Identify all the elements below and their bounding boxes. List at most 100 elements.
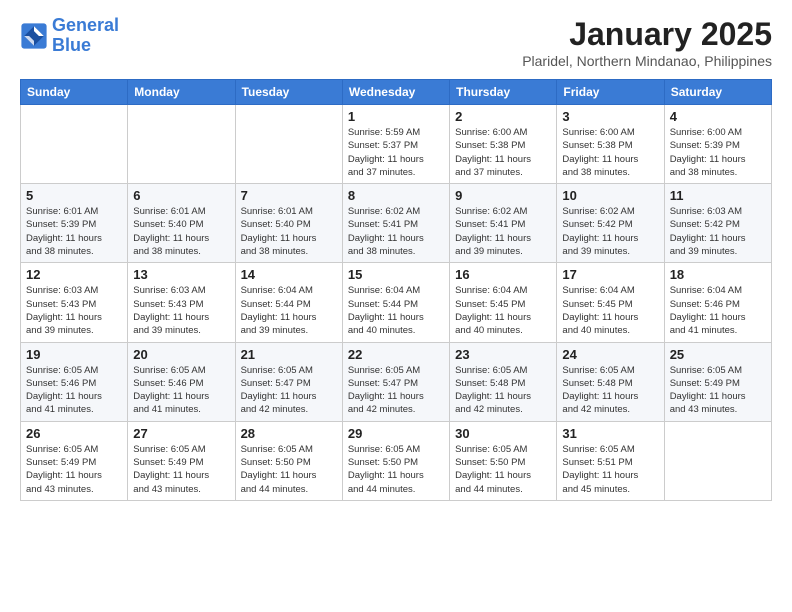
day-info: Sunrise: 6:01 AM Sunset: 5:39 PM Dayligh… bbox=[26, 205, 122, 258]
weekday-header-friday: Friday bbox=[557, 80, 664, 105]
day-info: Sunrise: 6:00 AM Sunset: 5:38 PM Dayligh… bbox=[455, 126, 551, 179]
day-number: 24 bbox=[562, 347, 658, 362]
day-number: 10 bbox=[562, 188, 658, 203]
week-row-2: 5 Sunrise: 6:01 AM Sunset: 5:39 PM Daylig… bbox=[21, 184, 772, 263]
day-cell: 3Sunrise: 6:00 AM Sunset: 5:38 PM Daylig… bbox=[557, 105, 664, 184]
day-info: Sunrise: 6:05 AM Sunset: 5:47 PM Dayligh… bbox=[241, 364, 337, 417]
day-cell: 8 Sunrise: 6:02 AM Sunset: 5:41 PM Daylig… bbox=[342, 184, 449, 263]
day-cell: 20Sunrise: 6:05 AM Sunset: 5:46 PM Dayli… bbox=[128, 342, 235, 421]
day-info: Sunrise: 6:02 AM Sunset: 5:41 PM Dayligh… bbox=[348, 205, 444, 258]
week-row-1: 1 Sunrise: 5:59 AM Sunset: 5:37 PM Daylig… bbox=[21, 105, 772, 184]
day-cell: 26Sunrise: 6:05 AM Sunset: 5:49 PM Dayli… bbox=[21, 421, 128, 500]
day-cell: 27 Sunrise: 6:05 AM Sunset: 5:49 PM Dayli… bbox=[128, 421, 235, 500]
day-number: 1 bbox=[348, 109, 444, 124]
week-row-3: 12 Sunrise: 6:03 AM Sunset: 5:43 PM Dayli… bbox=[21, 263, 772, 342]
day-info: Sunrise: 6:04 AM Sunset: 5:44 PM Dayligh… bbox=[241, 284, 337, 337]
day-number: 13 bbox=[133, 267, 229, 282]
week-row-4: 19 Sunrise: 6:05 AM Sunset: 5:46 PM Dayli… bbox=[21, 342, 772, 421]
day-info: Sunrise: 6:02 AM Sunset: 5:42 PM Dayligh… bbox=[562, 205, 658, 258]
weekday-header-wednesday: Wednesday bbox=[342, 80, 449, 105]
day-info: Sunrise: 6:03 AM Sunset: 5:42 PM Dayligh… bbox=[670, 205, 766, 258]
day-info: Sunrise: 6:01 AM Sunset: 5:40 PM Dayligh… bbox=[241, 205, 337, 258]
day-info: Sunrise: 6:05 AM Sunset: 5:49 PM Dayligh… bbox=[133, 443, 229, 496]
day-number: 6 bbox=[133, 188, 229, 203]
week-row-5: 26Sunrise: 6:05 AM Sunset: 5:49 PM Dayli… bbox=[21, 421, 772, 500]
day-number: 7 bbox=[241, 188, 337, 203]
day-info: Sunrise: 5:59 AM Sunset: 5:37 PM Dayligh… bbox=[348, 126, 444, 179]
page: General Blue January 2025 Plaridel, Nort… bbox=[0, 0, 792, 612]
day-info: Sunrise: 6:05 AM Sunset: 5:50 PM Dayligh… bbox=[455, 443, 551, 496]
day-info: Sunrise: 6:05 AM Sunset: 5:47 PM Dayligh… bbox=[348, 364, 444, 417]
day-number: 20 bbox=[133, 347, 229, 362]
day-number: 28 bbox=[241, 426, 337, 441]
day-cell: 15Sunrise: 6:04 AM Sunset: 5:44 PM Dayli… bbox=[342, 263, 449, 342]
day-number: 31 bbox=[562, 426, 658, 441]
day-cell: 19 Sunrise: 6:05 AM Sunset: 5:46 PM Dayli… bbox=[21, 342, 128, 421]
day-number: 25 bbox=[670, 347, 766, 362]
weekday-header-thursday: Thursday bbox=[450, 80, 557, 105]
day-number: 5 bbox=[26, 188, 122, 203]
day-cell: 12 Sunrise: 6:03 AM Sunset: 5:43 PM Dayli… bbox=[21, 263, 128, 342]
day-info: Sunrise: 6:03 AM Sunset: 5:43 PM Dayligh… bbox=[133, 284, 229, 337]
day-cell: 31 Sunrise: 6:05 AM Sunset: 5:51 PM Dayli… bbox=[557, 421, 664, 500]
day-info: Sunrise: 6:03 AM Sunset: 5:43 PM Dayligh… bbox=[26, 284, 122, 337]
day-info: Sunrise: 6:04 AM Sunset: 5:45 PM Dayligh… bbox=[455, 284, 551, 337]
weekday-header-row: SundayMondayTuesdayWednesdayThursdayFrid… bbox=[21, 80, 772, 105]
day-cell bbox=[21, 105, 128, 184]
day-number: 23 bbox=[455, 347, 551, 362]
day-info: Sunrise: 6:05 AM Sunset: 5:50 PM Dayligh… bbox=[241, 443, 337, 496]
day-cell: 7 Sunrise: 6:01 AM Sunset: 5:40 PM Daylig… bbox=[235, 184, 342, 263]
day-number: 15 bbox=[348, 267, 444, 282]
day-number: 4 bbox=[670, 109, 766, 124]
day-info: Sunrise: 6:00 AM Sunset: 5:38 PM Dayligh… bbox=[562, 126, 658, 179]
weekday-header-sunday: Sunday bbox=[21, 80, 128, 105]
day-cell: 30 Sunrise: 6:05 AM Sunset: 5:50 PM Dayli… bbox=[450, 421, 557, 500]
day-number: 12 bbox=[26, 267, 122, 282]
day-info: Sunrise: 6:05 AM Sunset: 5:50 PM Dayligh… bbox=[348, 443, 444, 496]
day-cell: 4Sunrise: 6:00 AM Sunset: 5:39 PM Daylig… bbox=[664, 105, 771, 184]
calendar: SundayMondayTuesdayWednesdayThursdayFrid… bbox=[20, 79, 772, 501]
day-number: 16 bbox=[455, 267, 551, 282]
logo-icon bbox=[20, 22, 48, 50]
location: Plaridel, Northern Mindanao, Philippines bbox=[522, 53, 772, 69]
day-cell: 11 Sunrise: 6:03 AM Sunset: 5:42 PM Dayli… bbox=[664, 184, 771, 263]
day-cell: 25 Sunrise: 6:05 AM Sunset: 5:49 PM Dayli… bbox=[664, 342, 771, 421]
day-info: Sunrise: 6:05 AM Sunset: 5:48 PM Dayligh… bbox=[455, 364, 551, 417]
day-number: 17 bbox=[562, 267, 658, 282]
day-cell: 23 Sunrise: 6:05 AM Sunset: 5:48 PM Dayli… bbox=[450, 342, 557, 421]
day-info: Sunrise: 6:04 AM Sunset: 5:45 PM Dayligh… bbox=[562, 284, 658, 337]
logo-line1: General bbox=[52, 15, 119, 35]
day-info: Sunrise: 6:01 AM Sunset: 5:40 PM Dayligh… bbox=[133, 205, 229, 258]
day-number: 21 bbox=[241, 347, 337, 362]
day-cell: 9Sunrise: 6:02 AM Sunset: 5:41 PM Daylig… bbox=[450, 184, 557, 263]
day-cell bbox=[128, 105, 235, 184]
day-number: 2 bbox=[455, 109, 551, 124]
day-cell: 17 Sunrise: 6:04 AM Sunset: 5:45 PM Dayli… bbox=[557, 263, 664, 342]
day-number: 19 bbox=[26, 347, 122, 362]
day-number: 11 bbox=[670, 188, 766, 203]
day-number: 9 bbox=[455, 188, 551, 203]
day-cell: 5 Sunrise: 6:01 AM Sunset: 5:39 PM Daylig… bbox=[21, 184, 128, 263]
day-number: 14 bbox=[241, 267, 337, 282]
day-info: Sunrise: 6:05 AM Sunset: 5:51 PM Dayligh… bbox=[562, 443, 658, 496]
day-number: 29 bbox=[348, 426, 444, 441]
day-cell: 14 Sunrise: 6:04 AM Sunset: 5:44 PM Dayli… bbox=[235, 263, 342, 342]
day-number: 18 bbox=[670, 267, 766, 282]
day-number: 8 bbox=[348, 188, 444, 203]
day-number: 30 bbox=[455, 426, 551, 441]
logo: General Blue bbox=[20, 16, 119, 56]
day-cell: 13 Sunrise: 6:03 AM Sunset: 5:43 PM Dayli… bbox=[128, 263, 235, 342]
day-cell bbox=[235, 105, 342, 184]
day-info: Sunrise: 6:05 AM Sunset: 5:49 PM Dayligh… bbox=[26, 443, 122, 496]
logo-text: General Blue bbox=[52, 16, 119, 56]
day-info: Sunrise: 6:04 AM Sunset: 5:46 PM Dayligh… bbox=[670, 284, 766, 337]
day-cell: 21 Sunrise: 6:05 AM Sunset: 5:47 PM Dayli… bbox=[235, 342, 342, 421]
day-info: Sunrise: 6:05 AM Sunset: 5:46 PM Dayligh… bbox=[26, 364, 122, 417]
day-cell: 2 Sunrise: 6:00 AM Sunset: 5:38 PM Daylig… bbox=[450, 105, 557, 184]
day-number: 27 bbox=[133, 426, 229, 441]
weekday-header-tuesday: Tuesday bbox=[235, 80, 342, 105]
header: General Blue January 2025 Plaridel, Nort… bbox=[20, 16, 772, 69]
day-cell: 24Sunrise: 6:05 AM Sunset: 5:48 PM Dayli… bbox=[557, 342, 664, 421]
day-info: Sunrise: 6:05 AM Sunset: 5:49 PM Dayligh… bbox=[670, 364, 766, 417]
day-number: 22 bbox=[348, 347, 444, 362]
